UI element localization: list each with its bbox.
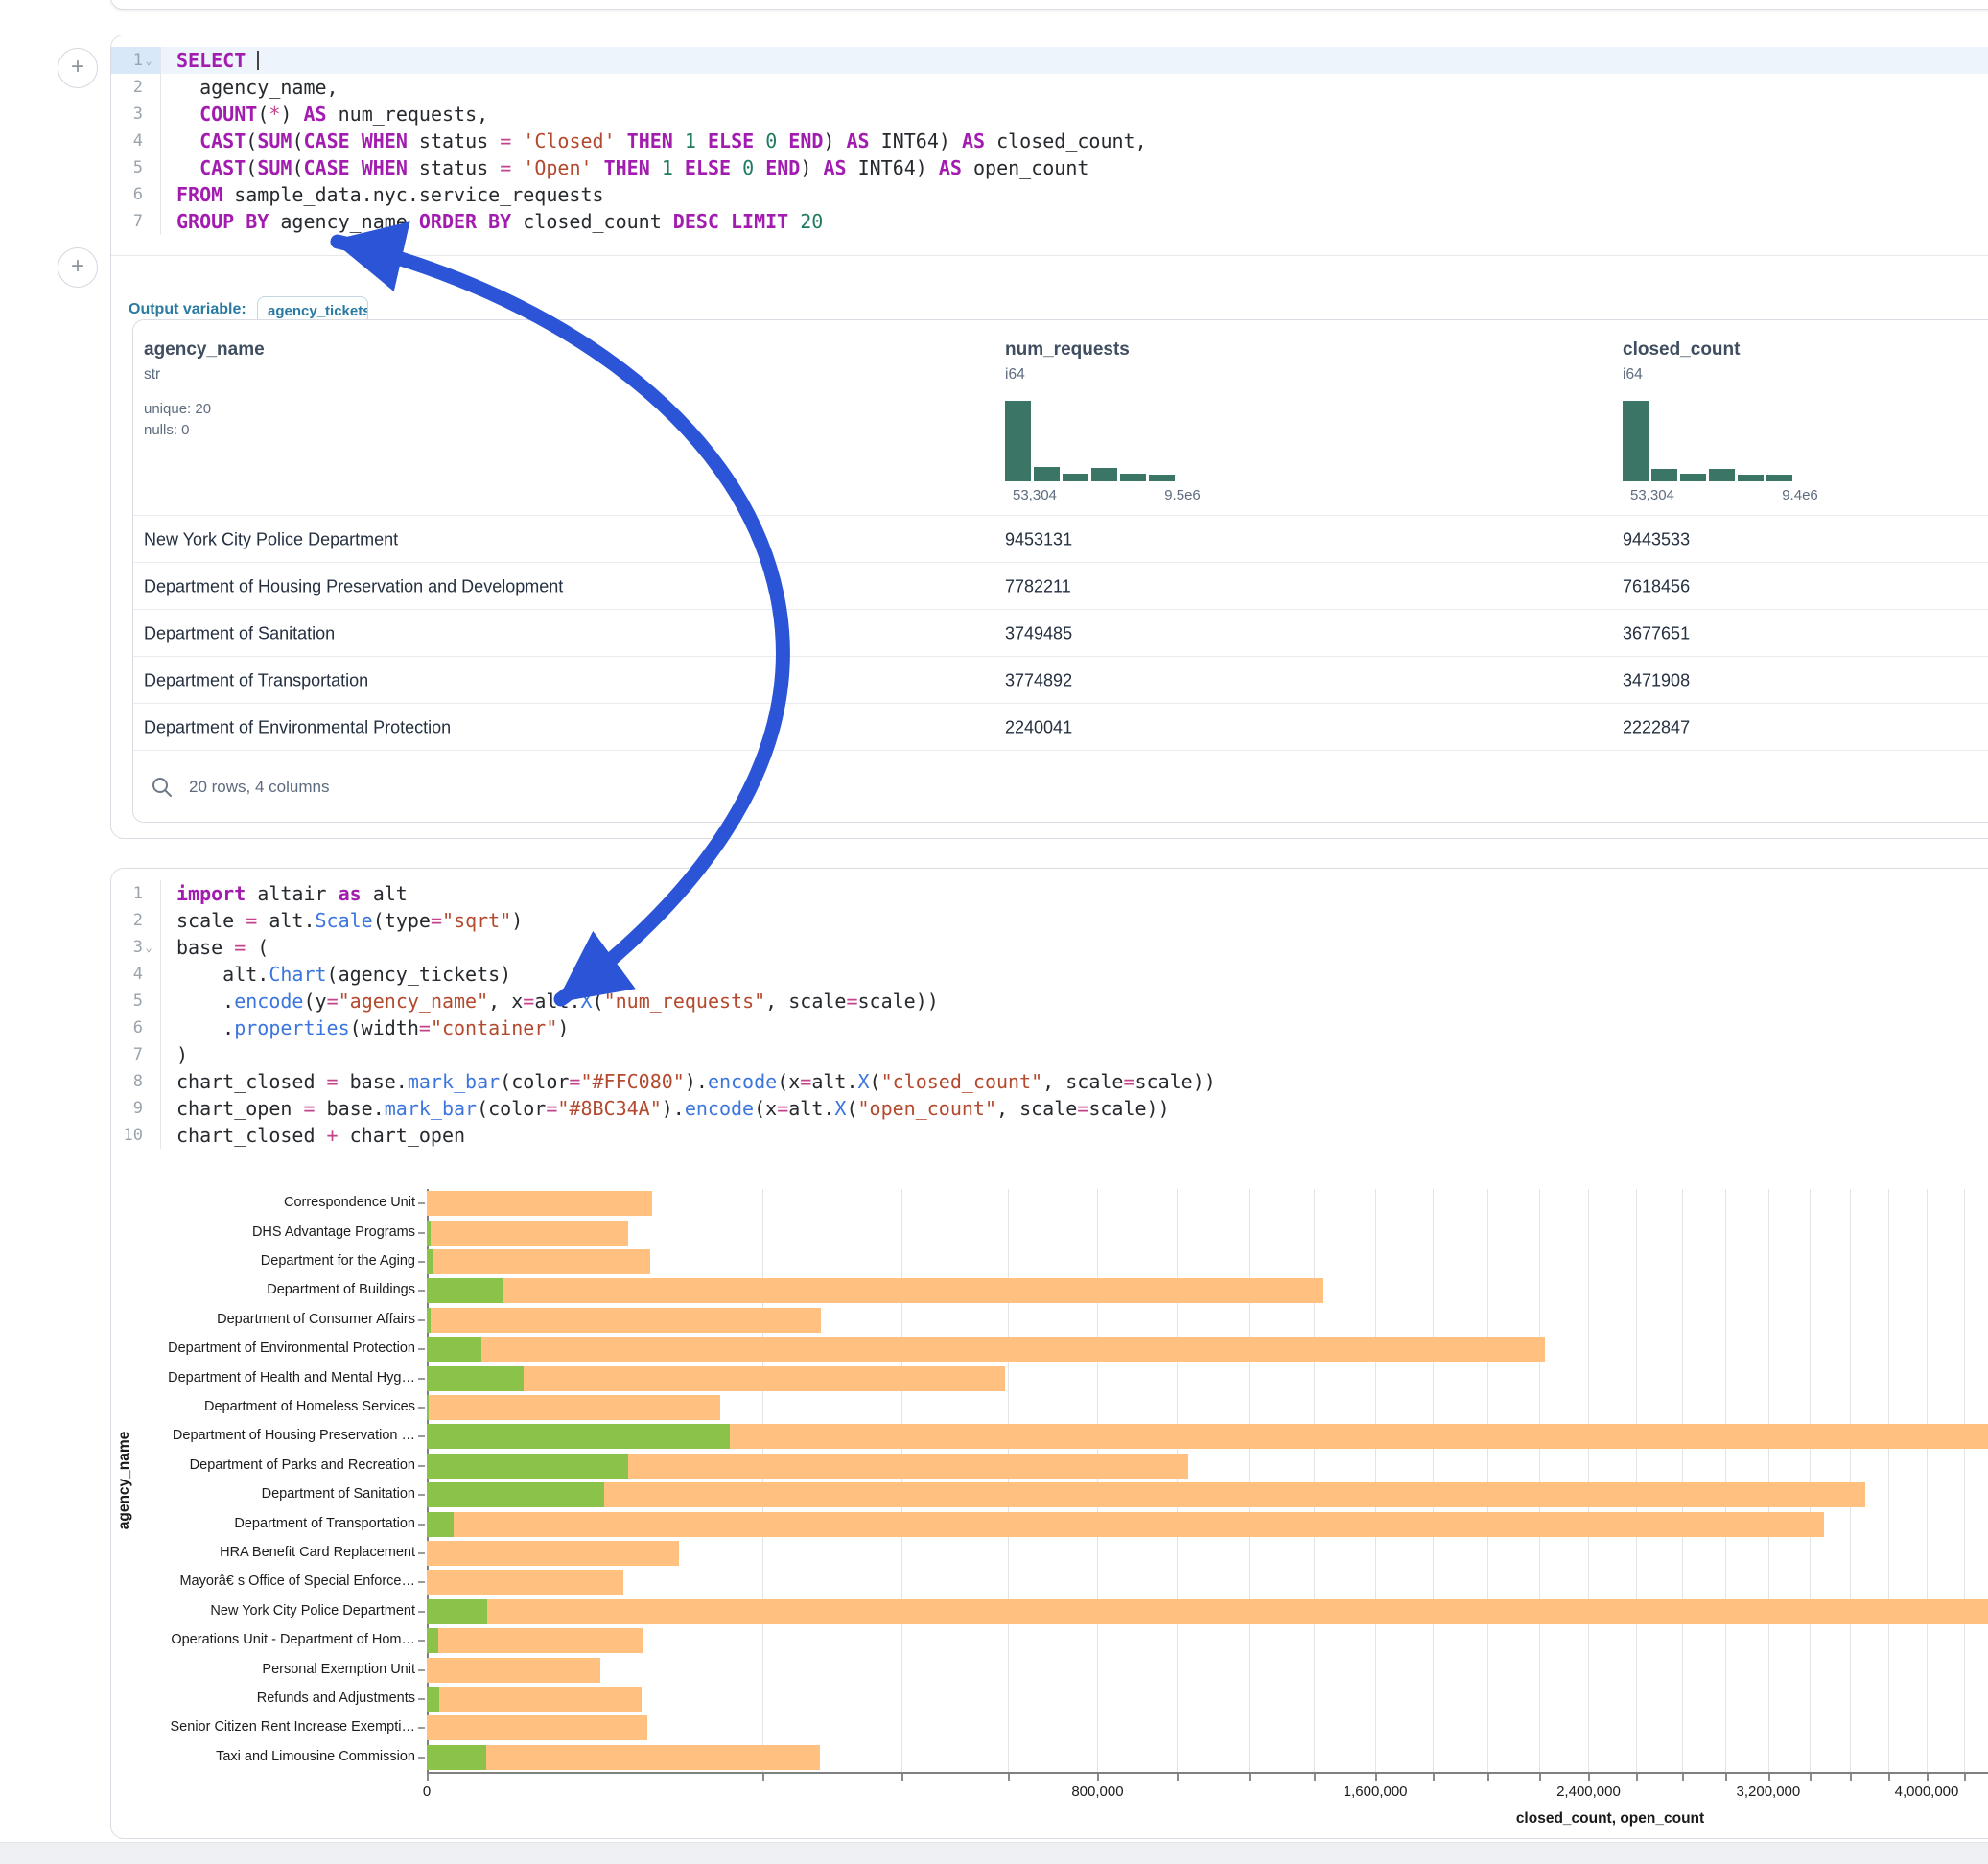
- table-cell: 3774892: [1005, 670, 1072, 690]
- table-cell: Department of Environmental Protection: [144, 717, 451, 737]
- code-line[interactable]: 8chart_closed = base.mark_bar(color="#FF…: [111, 1068, 1988, 1095]
- table-cell: New York City Police Department: [144, 529, 398, 549]
- code-line[interactable]: 5 CAST(SUM(CASE WHEN status = 'Open' THE…: [111, 154, 1988, 181]
- table-row[interactable]: Department of Sanitation 3749485 3677651: [133, 609, 1988, 657]
- column-stat-unique: unique: 20: [144, 401, 211, 417]
- table-cell: 9453131: [1005, 529, 1072, 549]
- previous-cell-edge: [110, 0, 1988, 10]
- code-line[interactable]: 7): [111, 1041, 1988, 1068]
- python-cell-card: 1import altair as alt2scale = alt.Scale(…: [110, 868, 1988, 1839]
- table-cell: 3677651: [1623, 623, 1690, 643]
- divider: [111, 255, 1988, 256]
- add-cell-button-output[interactable]: +: [58, 247, 98, 288]
- column-type: str: [144, 366, 160, 384]
- column-title: num_requests: [1005, 339, 1130, 361]
- table-cell: 9443533: [1623, 529, 1690, 549]
- table-cell: Department of Transportation: [144, 670, 368, 690]
- code-line[interactable]: 7GROUP BY agency_name ORDER BY closed_co…: [111, 208, 1988, 235]
- histogram-max-label: 9.4e6: [1762, 487, 1838, 503]
- python-code-editor[interactable]: 1import altair as alt2scale = alt.Scale(…: [111, 880, 1988, 1149]
- table-row[interactable]: Department of Housing Preservation and D…: [133, 562, 1988, 610]
- table-row[interactable]: Department of Transportation 3774892 34719…: [133, 656, 1988, 704]
- closed-count-histogram: [1623, 401, 1795, 481]
- num-requests-histogram: [1005, 401, 1178, 481]
- histogram-min-label: 53,304: [1630, 487, 1674, 503]
- fold-chevron-icon[interactable]: ⌄: [143, 934, 154, 961]
- table-cell: 7782211: [1005, 576, 1071, 596]
- page-bottom-strip: [0, 1842, 1988, 1864]
- table-cell: 2240041: [1005, 717, 1072, 737]
- table-cell: Department of Sanitation: [144, 623, 335, 643]
- code-line[interactable]: 6FROM sample_data.nyc.service_requests: [111, 181, 1988, 208]
- code-line[interactable]: 2 agency_name,: [111, 74, 1988, 101]
- code-line[interactable]: 2scale = alt.Scale(type="sqrt"): [111, 907, 1988, 934]
- table-row[interactable]: Department of Environmental Protection 22…: [133, 703, 1988, 751]
- add-cell-button-top[interactable]: +: [58, 48, 98, 88]
- code-line[interactable]: 1⌄SELECT: [111, 47, 1988, 74]
- table-cell: Department of Housing Preservation and D…: [144, 576, 563, 596]
- dataframe-preview-card: agency_name str unique: 20 nulls: 0 num_…: [132, 319, 1988, 823]
- code-line[interactable]: 6 .properties(width="container"): [111, 1014, 1988, 1041]
- search-icon[interactable]: [151, 776, 174, 799]
- histogram-max-label: 9.5e6: [1144, 487, 1221, 503]
- histogram-min-label: 53,304: [1013, 487, 1057, 503]
- column-title: closed_count: [1623, 339, 1740, 361]
- sql-cell-card: 1⌄SELECT 2 agency_name,3 COUNT(*) AS num…: [110, 35, 1988, 839]
- table-dimensions-text: 20 rows, 4 columns: [189, 778, 329, 797]
- text-cursor: [257, 51, 259, 70]
- code-line[interactable]: 1import altair as alt: [111, 880, 1988, 907]
- code-line[interactable]: 5 .encode(y="agency_name", x=alt.X("num_…: [111, 988, 1988, 1014]
- notebook-canvas: + + 1⌄SELECT 2 agency_name,3 COUNT(*) AS…: [0, 0, 1988, 1864]
- code-line[interactable]: 4 CAST(SUM(CASE WHEN status = 'Closed' T…: [111, 128, 1988, 154]
- fold-chevron-icon[interactable]: ⌄: [143, 47, 154, 74]
- column-type: i64: [1623, 366, 1643, 384]
- table-row[interactable]: New York City Police Department 9453131 94…: [133, 515, 1988, 563]
- code-line[interactable]: 3 COUNT(*) AS num_requests,: [111, 101, 1988, 128]
- table-cell: 2222847: [1623, 717, 1690, 737]
- output-variable-label: Output variable:: [129, 301, 246, 318]
- column-title: agency_name: [144, 339, 265, 361]
- table-footer: 20 rows, 4 columns: [133, 750, 1988, 824]
- table-cell: 7618456: [1623, 576, 1690, 596]
- sql-code-editor[interactable]: 1⌄SELECT 2 agency_name,3 COUNT(*) AS num…: [111, 47, 1988, 235]
- table-cell: 3471908: [1623, 670, 1690, 690]
- table-cell: 3749485: [1005, 623, 1072, 643]
- column-type: i64: [1005, 366, 1025, 384]
- code-line[interactable]: 4 alt.Chart(agency_tickets): [111, 961, 1988, 988]
- code-line[interactable]: 3⌄base = (: [111, 934, 1988, 961]
- code-line[interactable]: 10chart_closed + chart_open: [111, 1122, 1988, 1149]
- code-line[interactable]: 9chart_open = base.mark_bar(color="#8BC3…: [111, 1095, 1988, 1122]
- column-stat-nulls: nulls: 0: [144, 422, 190, 438]
